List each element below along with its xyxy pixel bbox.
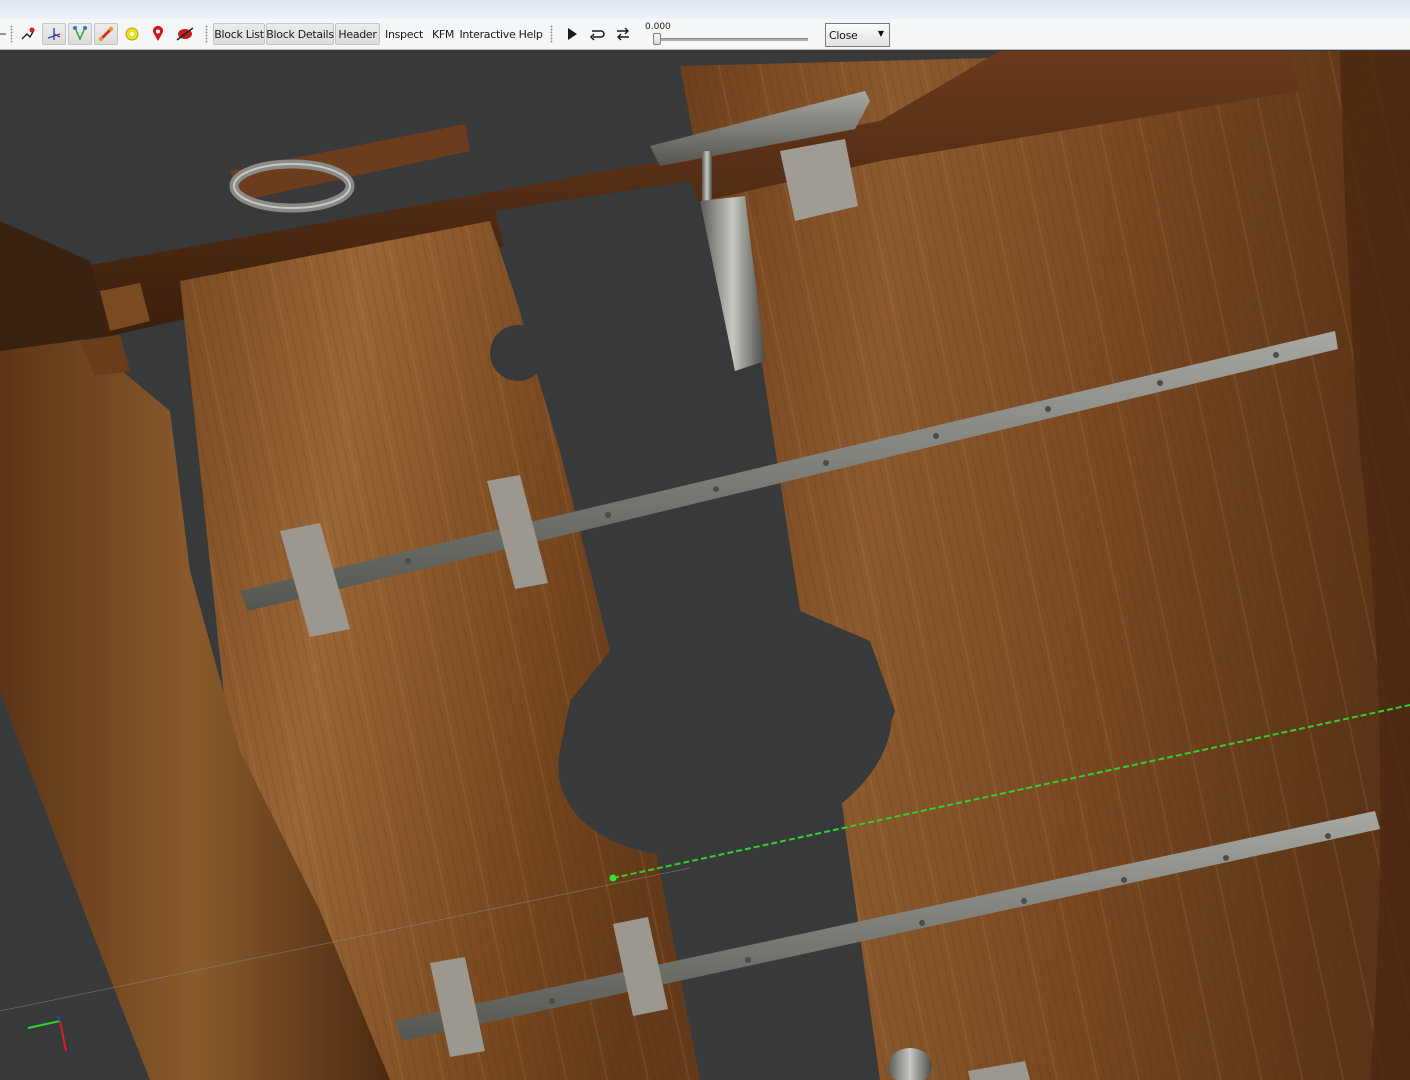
pivot-point[interactable] [609, 874, 617, 882]
loop-icon[interactable] [586, 23, 608, 45]
collision-icon[interactable] [173, 23, 197, 45]
interactive-help-label: Interactive Help [459, 27, 543, 41]
wrist-hole-top [490, 325, 546, 381]
interactive-help-button[interactable]: Interactive Help [459, 23, 543, 45]
toolbar-grip[interactable] [10, 25, 13, 43]
chevron-down-icon[interactable] [0, 23, 8, 45]
block-list-button[interactable]: Block List [213, 23, 265, 45]
toolbar-grip[interactable] [205, 25, 208, 43]
vertex-paint-icon[interactable] [68, 23, 92, 45]
toolbar-grip[interactable] [550, 25, 553, 43]
kfm-label: KFM [431, 27, 455, 41]
header-label: Header [338, 27, 377, 41]
scene-render [0, 51, 1410, 1080]
block-details-label: Block Details [266, 27, 334, 41]
block-list-label: Block List [214, 27, 264, 41]
transform-axes-icon[interactable] [42, 23, 66, 45]
3d-viewport[interactable] [0, 51, 1410, 1080]
play-icon[interactable] [561, 23, 583, 45]
slider-thumb[interactable] [653, 33, 661, 45]
kfm-button[interactable]: KFM [428, 23, 458, 45]
block-details-button[interactable]: Block Details [266, 23, 334, 45]
window-title-strip [0, 0, 1410, 20]
chevron-down-icon[interactable]: ▼ [878, 29, 884, 38]
inspect-label: Inspect [385, 27, 423, 41]
bone-icon[interactable] [94, 23, 118, 45]
main-toolbar: Block List Block Details Header Inspect … [0, 19, 1410, 50]
move-select-icon[interactable] [17, 23, 39, 45]
slider-value-text: 0.000 [645, 22, 671, 32]
switch-icon[interactable] [612, 23, 634, 45]
close-select[interactable]: Close ▼ [825, 23, 890, 47]
sun-light-icon[interactable] [121, 23, 143, 45]
location-pin-icon[interactable] [147, 23, 169, 45]
header-button[interactable]: Header [335, 23, 380, 45]
animation-time-slider[interactable] [655, 38, 808, 41]
close-select-value: Close [829, 29, 858, 42]
inspect-button[interactable]: Inspect [381, 23, 427, 45]
